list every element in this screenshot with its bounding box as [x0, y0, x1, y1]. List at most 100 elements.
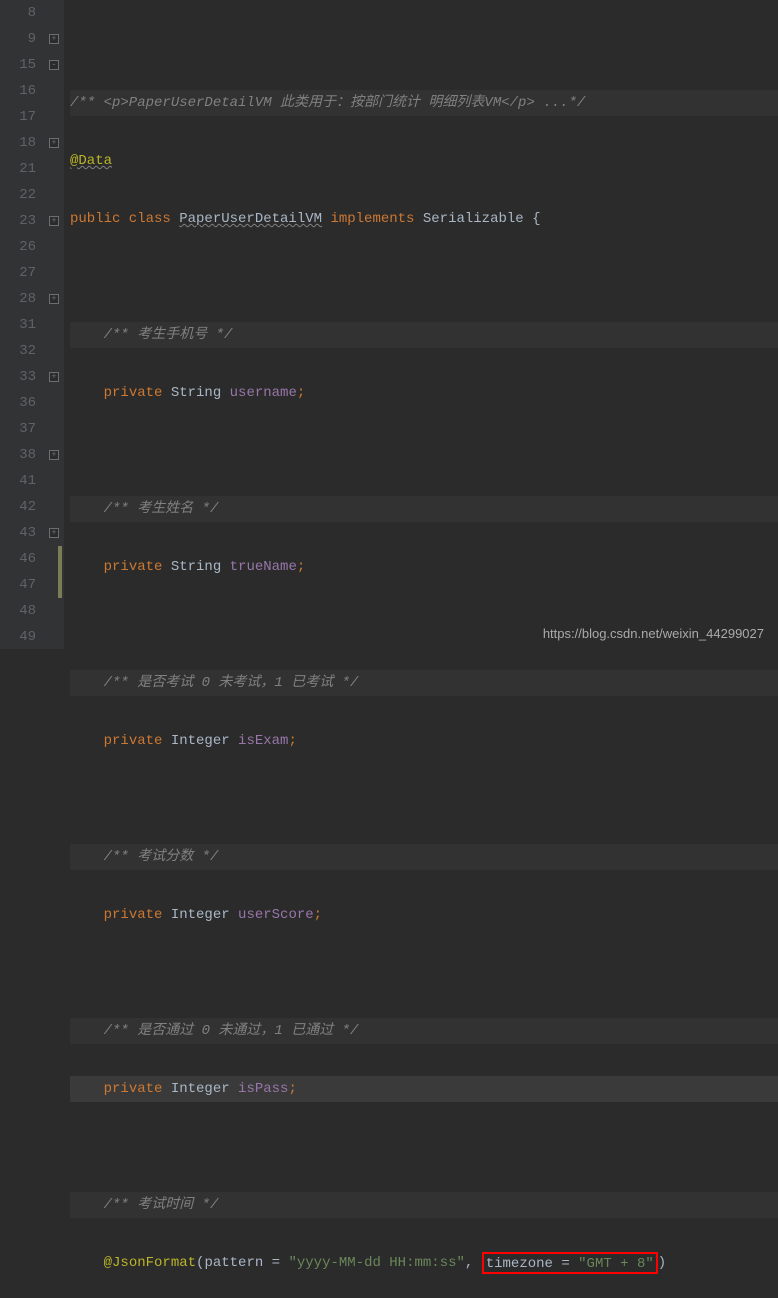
line-number: 27 [0, 260, 36, 286]
line-number: 28 [0, 286, 36, 312]
line-number: 43 [0, 520, 36, 546]
interface-name: Serializable [423, 211, 532, 227]
semicolon: ; [297, 385, 305, 401]
line-number: 42 [0, 494, 36, 520]
line-number: 33 [0, 364, 36, 390]
code-line: /** 考试分数 */ [70, 844, 778, 870]
line-number: 26 [0, 234, 36, 260]
line-number: 38 [0, 442, 36, 468]
line-number: 41 [0, 468, 36, 494]
type: Integer [171, 907, 238, 923]
comment: /** <p>PaperUserDetailVM 此类用于：按部门统计 明细列表… [70, 95, 585, 111]
comma: , [465, 1255, 482, 1271]
line-number-gutter: 8 9 15 16 17 18 21 22 23 26 27 28 31 32 … [0, 0, 46, 649]
code-line [70, 438, 778, 464]
keyword: private [104, 1081, 171, 1097]
code-line: /** 考生手机号 */ [70, 322, 778, 348]
highlight-box: timezone = "GMT + 8" [482, 1252, 658, 1274]
code-line: @JsonFormat(pattern = "yyyy-MM-dd HH:mm:… [70, 1250, 778, 1276]
code-line [70, 786, 778, 812]
param-name: timezone [486, 1256, 562, 1272]
fold-marker-icon[interactable]: + [49, 216, 59, 226]
equals: = [561, 1256, 578, 1272]
code-line: private Integer isExam; [70, 728, 778, 754]
code-editor[interactable]: 8 9 15 16 17 18 21 22 23 26 27 28 31 32 … [0, 0, 778, 649]
code-line: /** 是否通过 0 未通过，1 已通过 */ [70, 1018, 778, 1044]
code-line: /** 考试时间 */ [70, 1192, 778, 1218]
field-name: isExam [238, 733, 288, 749]
line-number: 23 [0, 208, 36, 234]
keyword: private [104, 907, 171, 923]
line-number: 15 [0, 52, 36, 78]
code-line [70, 32, 778, 58]
fold-marker-icon[interactable]: + [49, 294, 59, 304]
line-number: 22 [0, 182, 36, 208]
field-name: trueName [230, 559, 297, 575]
type: String [171, 385, 230, 401]
comment: /** 考试分数 */ [104, 849, 219, 865]
change-marker [58, 546, 62, 598]
line-number: 49 [0, 624, 36, 650]
code-area[interactable]: /** <p>PaperUserDetailVM 此类用于：按部门统计 明细列表… [70, 0, 778, 649]
semicolon: ; [314, 907, 322, 923]
code-line [70, 1134, 778, 1160]
comment: /** 考生手机号 */ [104, 327, 233, 343]
annotation: @Data [70, 153, 112, 169]
paren: ( [196, 1255, 204, 1271]
code-line [70, 264, 778, 290]
param-name: pattern [204, 1255, 271, 1271]
code-line: @Data [70, 148, 778, 174]
line-number: 36 [0, 390, 36, 416]
field-name: isPass [238, 1081, 288, 1097]
keyword: implements [322, 211, 423, 227]
code-line: private String trueName; [70, 554, 778, 580]
line-number: 9 [0, 26, 36, 52]
string-literal: "GMT + 8" [578, 1256, 654, 1272]
line-number: 16 [0, 78, 36, 104]
line-number: 31 [0, 312, 36, 338]
field-name: userScore [238, 907, 314, 923]
fold-marker-icon[interactable]: + [49, 34, 59, 44]
type: String [171, 559, 230, 575]
semicolon: ; [297, 559, 305, 575]
keyword: private [104, 385, 171, 401]
string-literal: "yyyy-MM-dd HH:mm:ss" [288, 1255, 464, 1271]
semicolon: ; [288, 733, 296, 749]
comment: /** 考生姓名 */ [104, 501, 219, 517]
keyword: private [104, 733, 171, 749]
line-number: 21 [0, 156, 36, 182]
line-number: 47 [0, 572, 36, 598]
line-number: 32 [0, 338, 36, 364]
code-line [70, 960, 778, 986]
fold-marker-icon[interactable]: - [49, 60, 59, 70]
fold-marker-icon[interactable]: + [49, 372, 59, 382]
equals: = [272, 1255, 289, 1271]
watermark: https://blog.csdn.net/weixin_44299027 [543, 626, 764, 641]
fold-marker-icon[interactable]: + [49, 450, 59, 460]
line-number: 48 [0, 598, 36, 624]
line-number: 46 [0, 546, 36, 572]
field-name: username [230, 385, 297, 401]
semicolon: ; [288, 1081, 296, 1097]
code-line: public class PaperUserDetailVM implement… [70, 206, 778, 232]
annotation: @JsonFormat [104, 1255, 196, 1271]
code-line: /** 考生姓名 */ [70, 496, 778, 522]
line-number: 8 [0, 0, 36, 26]
line-number: 17 [0, 104, 36, 130]
fold-marker-icon[interactable]: + [49, 138, 59, 148]
type: Integer [171, 1081, 238, 1097]
comment: /** 是否通过 0 未通过，1 已通过 */ [104, 1023, 359, 1039]
code-line: private Integer userScore; [70, 902, 778, 928]
comment: /** 是否考试 0 未考试，1 已考试 */ [104, 675, 359, 691]
comment: /** 考试时间 */ [104, 1197, 219, 1213]
code-line: private Integer isPass; [70, 1076, 778, 1102]
class-name: PaperUserDetailVM [179, 211, 322, 227]
keyword: public class [70, 211, 179, 227]
line-number: 18 [0, 130, 36, 156]
code-line: private String username; [70, 380, 778, 406]
code-line: /** 是否考试 0 未考试，1 已考试 */ [70, 670, 778, 696]
line-number: 37 [0, 416, 36, 442]
paren: ) [658, 1255, 666, 1271]
keyword: private [104, 559, 171, 575]
fold-marker-icon[interactable]: + [49, 528, 59, 538]
